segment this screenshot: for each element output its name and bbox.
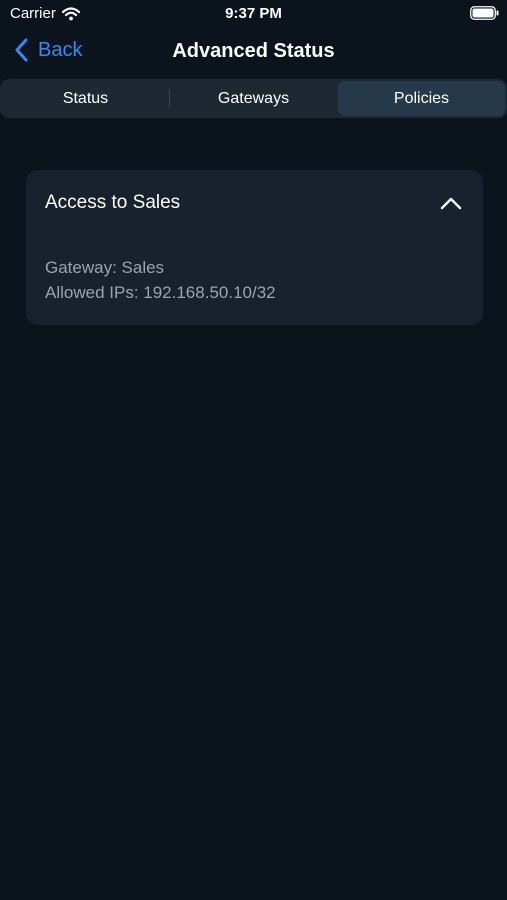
policy-card: Access to Sales Gateway: Sales Allowed I… xyxy=(26,170,483,325)
navigation-bar: Back Advanced Status xyxy=(0,30,507,74)
tab-policies[interactable]: Policies xyxy=(338,81,505,116)
policy-title: Access to Sales xyxy=(45,192,181,213)
page-title: Advanced Status xyxy=(172,40,335,62)
chevron-up-icon xyxy=(440,197,462,210)
gateway-detail: Gateway: Sales xyxy=(45,258,165,277)
tab-gateways[interactable]: Gateways xyxy=(170,81,337,116)
tab-label: Status xyxy=(62,89,109,107)
clock: 9:37 PM xyxy=(225,5,282,22)
segmented-control: Status Gateways Policies xyxy=(0,79,507,118)
battery-icon xyxy=(470,6,499,20)
collapse-button[interactable] xyxy=(435,188,467,218)
tab-label: Gateways xyxy=(217,89,290,107)
status-bar: Carrier 9:37 PM xyxy=(0,0,507,28)
tab-status[interactable]: Status xyxy=(2,81,169,116)
tab-label: Policies xyxy=(393,89,450,107)
allowed-ips-detail: Allowed IPs: 192.168.50.10/32 xyxy=(45,283,276,302)
